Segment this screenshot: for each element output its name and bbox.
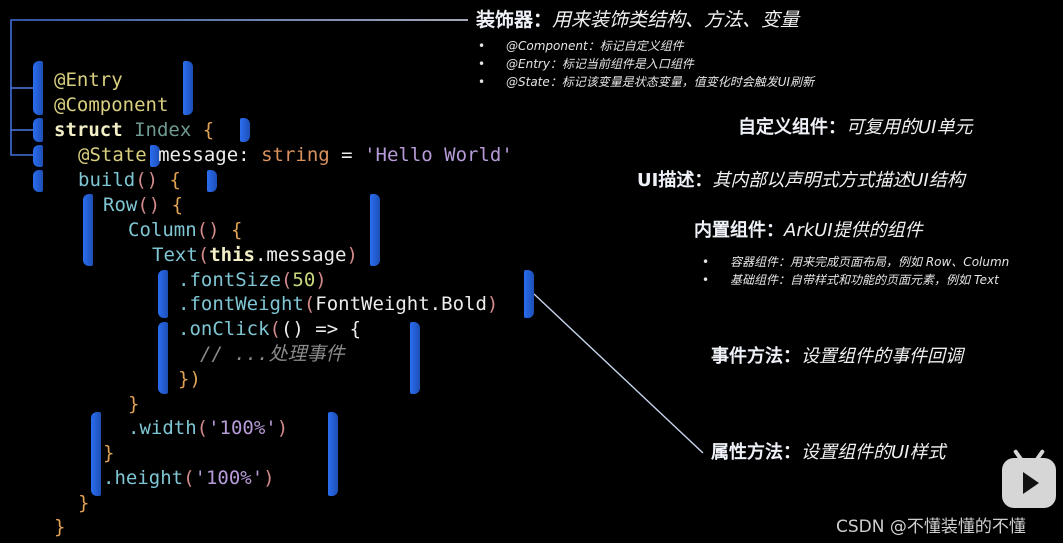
bracket-struct-left (33, 118, 43, 142)
code-fontsize: .fontSize(50) (178, 269, 327, 291)
code-width: .width('100%') (128, 417, 289, 439)
code-column-close: } (128, 393, 140, 415)
code-height: .height('100%') (103, 467, 275, 489)
bracket-size-right (328, 412, 338, 496)
code-component: @Component (54, 94, 169, 116)
bracket-decorator-left (33, 61, 43, 115)
bullet-item: • @State：标记该变量是状态变量，值变化时会触发UI刷新 (478, 75, 815, 89)
decorator-bullets: • @Component：标记自定义组件 • @Entry：标记当前组件是入口组件 … (478, 37, 814, 91)
bracket-builtin-right (370, 194, 380, 266)
annotation-event-method: 事件方法：设置组件的事件回调 (711, 346, 963, 367)
bullet-item: • 容器组件：用来完成页面布局，例如 Row、Column (702, 255, 1010, 269)
code-onclick-close: }) (178, 368, 201, 390)
bracket-build-left (33, 170, 43, 192)
bracket-state-left (33, 145, 43, 167)
code-struct: struct Index { (54, 119, 215, 141)
annotation-decorator: 装饰器：用来装饰类结构、方法、变量 (476, 9, 800, 31)
code-text: Text(this.message) (152, 244, 358, 266)
bullet-item: • 基础组件：自带样式和功能的页面元素，例如 Text (702, 273, 999, 287)
code-fontweight: .fontWeight(FontWeight.Bold) (178, 293, 499, 315)
code-column: Column() { (128, 219, 243, 241)
bracket-font-left (158, 270, 168, 318)
watermark: CSDN @不懂装懂的不懂 (836, 517, 1026, 537)
annotation-ui-description: UI描述：其内部以声明式方式描述UI结构 (637, 170, 965, 191)
annotation-custom-component: 自定义组件：可复用的UI单元 (738, 117, 973, 138)
code-struct-close: } (54, 516, 66, 538)
code-onclick: .onClick(() => { (178, 318, 362, 340)
code-row: Row() { (103, 194, 184, 216)
bracket-build-right (207, 170, 217, 192)
code-state: @State message: string = 'Hello World' (78, 144, 513, 166)
bracket-font-right (524, 270, 534, 318)
code-comment: // ...处理事件 (200, 343, 345, 365)
bracket-decorator-right (183, 61, 193, 115)
code-build-close: } (78, 492, 90, 514)
bracket-onclick-left (158, 322, 168, 394)
bullet-item: • @Component：标记自定义组件 (478, 39, 684, 53)
bilibili-tv-icon (1002, 448, 1056, 508)
wire-attribute-method-diagonal (533, 293, 704, 454)
builtin-bullets: • 容器组件：用来完成页面布局，例如 Row、Column • 基础组件：自带样式和… (702, 253, 1009, 289)
code-build: build() { (78, 169, 181, 191)
code-row-close: } (103, 442, 115, 464)
code-entry: @Entry (54, 69, 123, 91)
bracket-struct-right (240, 118, 250, 142)
bracket-size-left (91, 412, 101, 496)
bullet-item: • @Entry：标记当前组件是入口组件 (478, 57, 694, 71)
annotation-builtin-component: 内置组件：ArkUI提供的组件 (694, 220, 923, 241)
bracket-onclick-right (410, 322, 420, 394)
annotation-attribute-method: 属性方法：设置组件的UI样式 (711, 442, 946, 463)
bracket-builtin-left (83, 194, 93, 266)
